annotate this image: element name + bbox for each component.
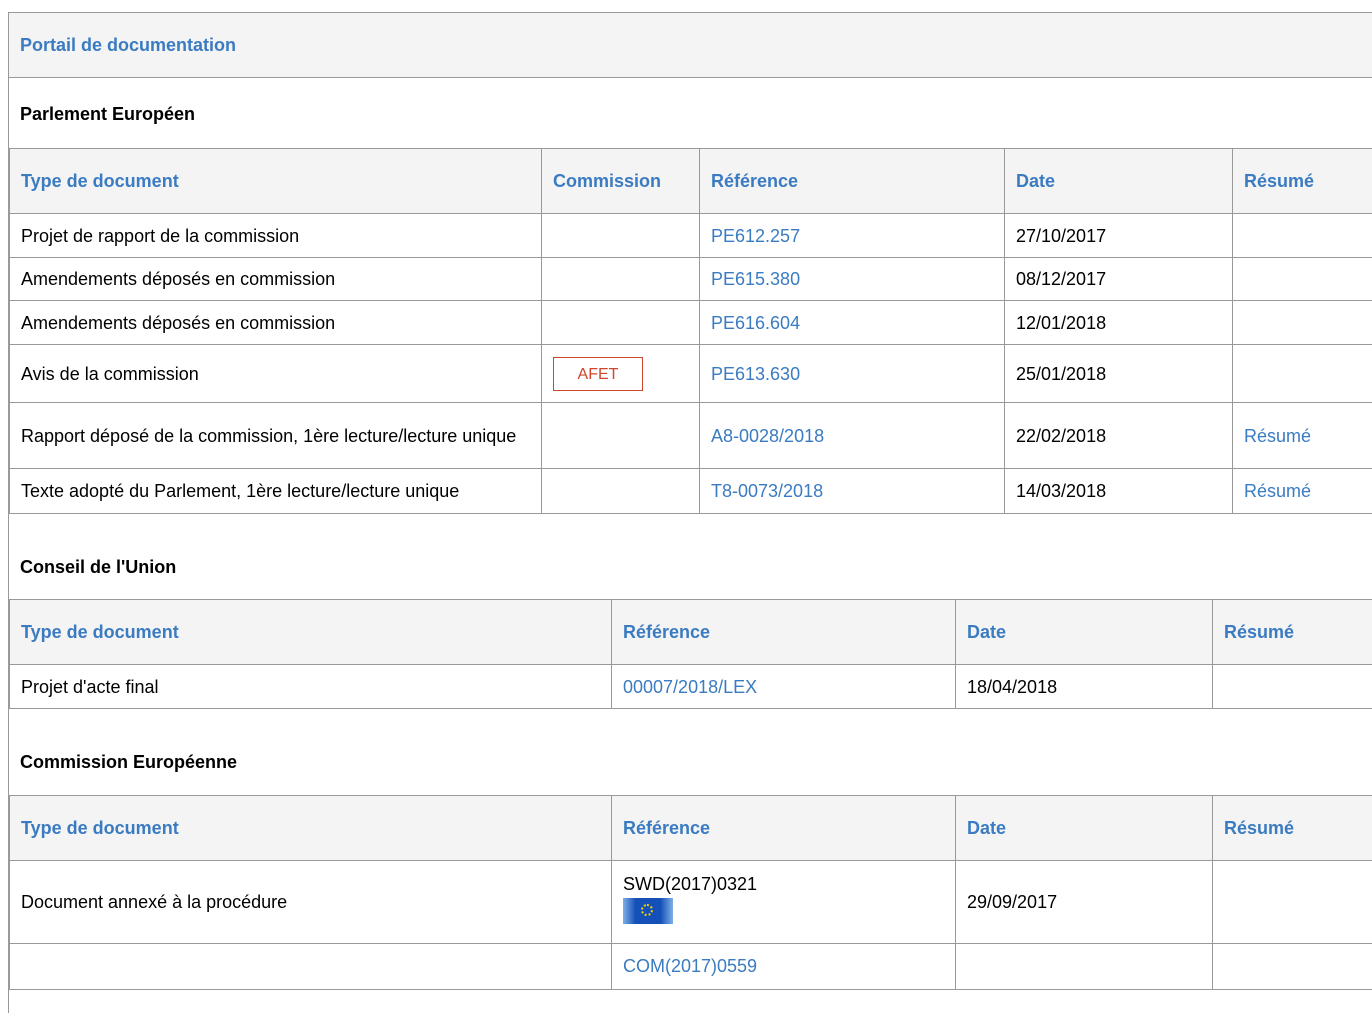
- column-header-type[interactable]: Type de document: [10, 796, 612, 861]
- reference-link[interactable]: A8-0028/2018: [711, 426, 824, 446]
- document-type: Document annexé à la procédure: [10, 861, 612, 944]
- column-header-date[interactable]: Date: [956, 796, 1213, 861]
- table-row: Avis de la commission AFET PE613.630 25/…: [10, 345, 1372, 403]
- resume-cell: [1233, 301, 1372, 345]
- reference-cell: SWD(2017)0321: [612, 861, 956, 944]
- table-header-row: Type de document Commission Référence Da…: [10, 149, 1372, 214]
- document-type: Amendements déposés en commission: [10, 258, 542, 301]
- table-header-row: Type de document Référence Date Résumé: [10, 600, 1372, 665]
- resume-cell: [1213, 861, 1372, 944]
- column-header-reference[interactable]: Référence: [612, 796, 956, 861]
- table-row: Projet de rapport de la commission PE612…: [10, 214, 1372, 258]
- document-date: 12/01/2018: [1005, 301, 1233, 345]
- document-date: 14/03/2018: [1005, 469, 1233, 514]
- document-type: Amendements déposés en commission: [10, 301, 542, 345]
- resume-cell: [1213, 665, 1372, 709]
- portal-title: Portail de documentation: [20, 35, 236, 56]
- document-type: Rapport déposé de la commission, 1ère le…: [10, 403, 542, 469]
- table-row: Document annexé à la procédure SWD(2017)…: [10, 861, 1372, 944]
- document-type: [10, 944, 612, 990]
- commission-badge[interactable]: AFET: [553, 357, 643, 391]
- column-header-type[interactable]: Type de document: [10, 149, 542, 214]
- document-date: 22/02/2018: [1005, 403, 1233, 469]
- reference-link[interactable]: PE616.604: [711, 313, 800, 333]
- table-row: Amendements déposés en commission PE615.…: [10, 258, 1372, 301]
- resume-cell: [1233, 214, 1372, 258]
- reference-link[interactable]: PE613.630: [711, 364, 800, 384]
- reference-link[interactable]: T8-0073/2018: [711, 481, 823, 501]
- document-date: 08/12/2017: [1005, 258, 1233, 301]
- reference-link[interactable]: PE612.257: [711, 226, 800, 246]
- document-date: 18/04/2018: [956, 665, 1213, 709]
- conseil-documents-table: Type de document Référence Date Résumé P…: [9, 599, 1372, 709]
- resume-cell: [1233, 258, 1372, 301]
- commission-cell: [542, 469, 700, 514]
- reference-link[interactable]: PE615.380: [711, 269, 800, 289]
- document-date: 25/01/2018: [1005, 345, 1233, 403]
- column-header-resume[interactable]: Résumé: [1213, 600, 1372, 665]
- resume-cell: [1233, 345, 1372, 403]
- column-header-commission[interactable]: Commission: [542, 149, 700, 214]
- reference-link[interactable]: COM(2017)0559: [623, 956, 757, 976]
- column-header-resume[interactable]: Résumé: [1233, 149, 1372, 214]
- commission-cell: [542, 301, 700, 345]
- table-row: Amendements déposés en commission PE616.…: [10, 301, 1372, 345]
- eu-flag-icon[interactable]: [623, 898, 673, 924]
- resume-link[interactable]: Résumé: [1244, 426, 1311, 446]
- commission-cell: [542, 403, 700, 469]
- section-title-conseil: Conseil de l'Union: [9, 514, 1372, 599]
- resume-cell: [1213, 944, 1372, 990]
- document-type: Projet de rapport de la commission: [10, 214, 542, 258]
- document-date: 29/09/2017: [956, 861, 1213, 944]
- section-title-commission: Commission Européenne: [9, 709, 1372, 795]
- commission-cell: [542, 258, 700, 301]
- document-date: 27/10/2017: [1005, 214, 1233, 258]
- table-row: Rapport déposé de la commission, 1ère le…: [10, 403, 1372, 469]
- reference-link[interactable]: 00007/2018/LEX: [623, 677, 757, 697]
- table-header-row: Type de document Référence Date Résumé: [10, 796, 1372, 861]
- section-title-parlement: Parlement Européen: [9, 78, 1372, 148]
- column-header-resume[interactable]: Résumé: [1213, 796, 1372, 861]
- table-row: COM(2017)0559: [10, 944, 1372, 990]
- resume-link[interactable]: Résumé: [1244, 481, 1311, 501]
- portal-header: Portail de documentation: [9, 13, 1372, 78]
- column-header-reference[interactable]: Référence: [700, 149, 1005, 214]
- column-header-type[interactable]: Type de document: [10, 600, 612, 665]
- parlement-documents-table: Type de document Commission Référence Da…: [9, 148, 1372, 514]
- column-header-date[interactable]: Date: [956, 600, 1213, 665]
- table-row: Projet d'acte final 00007/2018/LEX 18/04…: [10, 665, 1372, 709]
- commission-cell: [542, 214, 700, 258]
- reference-text: SWD(2017)0321: [623, 874, 944, 894]
- document-type: Projet d'acte final: [10, 665, 612, 709]
- document-type: Texte adopté du Parlement, 1ère lecture/…: [10, 469, 542, 514]
- column-header-date[interactable]: Date: [1005, 149, 1233, 214]
- document-type: Avis de la commission: [10, 345, 542, 403]
- document-date: [956, 944, 1213, 990]
- documentation-portal: Portail de documentation Parlement Europ…: [8, 12, 1372, 1013]
- commission-cell: AFET: [542, 345, 700, 403]
- column-header-reference[interactable]: Référence: [612, 600, 956, 665]
- commission-documents-table: Type de document Référence Date Résumé D…: [9, 795, 1372, 990]
- table-row: Texte adopté du Parlement, 1ère lecture/…: [10, 469, 1372, 514]
